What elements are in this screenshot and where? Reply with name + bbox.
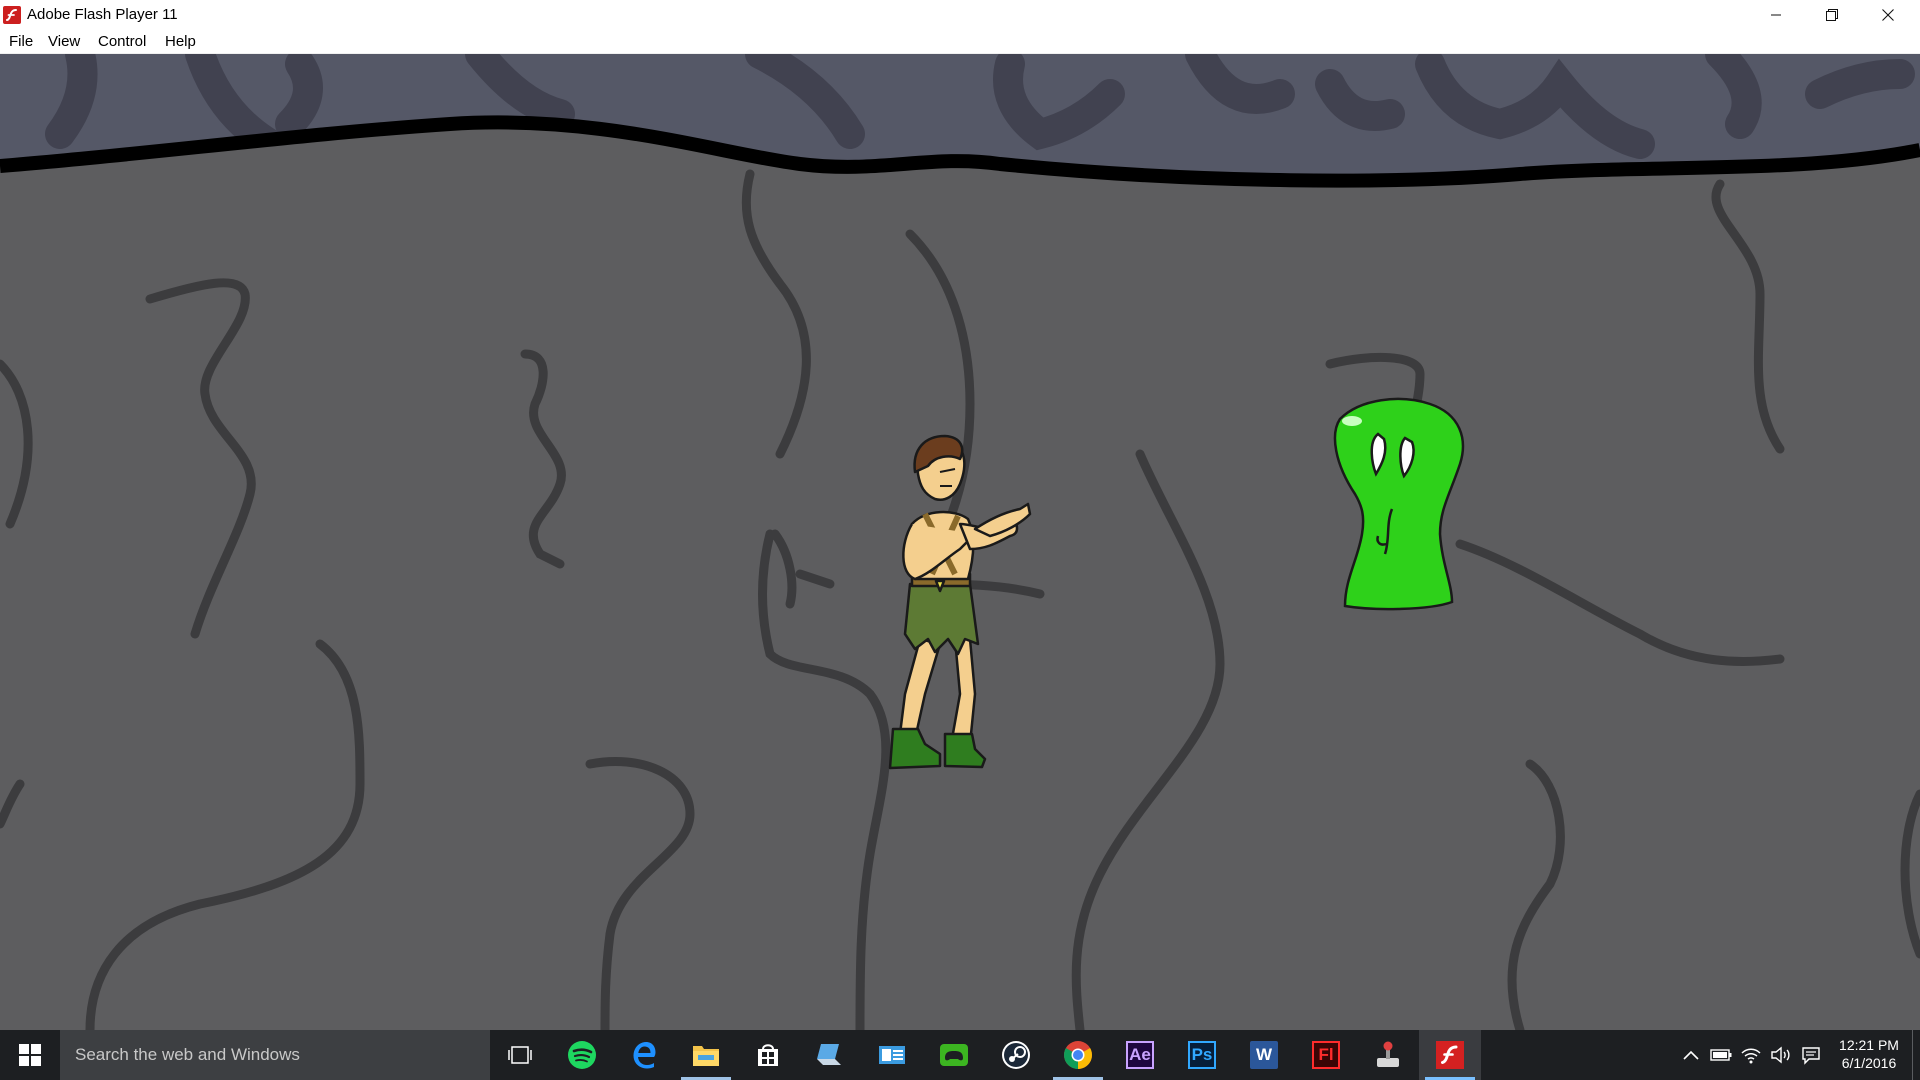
- flash-player-icon: [1436, 1041, 1464, 1069]
- restore-button[interactable]: [1804, 0, 1860, 30]
- battery-status[interactable]: [1710, 1044, 1732, 1066]
- clock-time: 12:21 PM: [1839, 1037, 1899, 1053]
- show-hidden-icons-button[interactable]: [1680, 1044, 1702, 1066]
- taskbar-flash-pro[interactable]: Fl: [1295, 1030, 1357, 1080]
- notification-icon: [1802, 1047, 1820, 1065]
- battery-icon: [1710, 1049, 1732, 1061]
- menu-help[interactable]: Help: [163, 32, 198, 51]
- volume-icon: [1771, 1046, 1790, 1064]
- volume-control[interactable]: [1770, 1044, 1792, 1066]
- game-stage[interactable]: [0, 54, 1920, 1030]
- search-input[interactable]: Search the web and Windows: [60, 1030, 490, 1080]
- taskbar-store[interactable]: [737, 1030, 799, 1080]
- wifi-icon: [1741, 1048, 1761, 1064]
- edge-icon: [633, 1042, 656, 1069]
- window-title: Adobe Flash Player 11: [27, 6, 178, 23]
- steam-icon: [1002, 1041, 1030, 1069]
- search-placeholder: Search the web and Windows: [75, 1045, 300, 1064]
- mail-icon: [879, 1046, 905, 1064]
- start-button[interactable]: [0, 1030, 60, 1080]
- network-status[interactable]: [1740, 1044, 1762, 1066]
- close-button[interactable]: [1860, 0, 1916, 30]
- photoshop-icon: Ps: [1188, 1041, 1216, 1069]
- gamepad-icon: [940, 1044, 968, 1066]
- taskbar-word[interactable]: W: [1233, 1030, 1295, 1080]
- menu-control[interactable]: Control: [96, 32, 148, 51]
- flash-player-icon: [3, 6, 21, 24]
- taskbar-network-app[interactable]: [799, 1030, 861, 1080]
- taskbar-game-booster[interactable]: [923, 1030, 985, 1080]
- chrome-icon: [1064, 1041, 1092, 1069]
- laptop-icon: [817, 1044, 841, 1065]
- windows-logo-icon: [19, 1044, 41, 1066]
- minimize-icon: [1771, 14, 1781, 16]
- minimize-button[interactable]: [1748, 0, 1804, 30]
- taskbar-chrome[interactable]: [1047, 1030, 1109, 1080]
- taskbar-spotify[interactable]: [551, 1030, 613, 1080]
- taskbar-mail-app[interactable]: [861, 1030, 923, 1080]
- taskbar-game-controller[interactable]: [1357, 1030, 1419, 1080]
- action-center-button[interactable]: [1800, 1044, 1822, 1066]
- close-icon: [1882, 9, 1894, 21]
- title-bar: Adobe Flash Player 11: [0, 0, 1920, 30]
- task-view-icon: [508, 1046, 532, 1064]
- taskbar-after-effects[interactable]: Ae: [1109, 1030, 1171, 1080]
- joystick-icon: [1377, 1041, 1399, 1067]
- clock-date: 6/1/2016: [1841, 1055, 1897, 1071]
- menu-bar: File View Control Help: [0, 30, 1920, 54]
- menu-view[interactable]: View: [46, 32, 82, 51]
- word-icon: W: [1250, 1041, 1278, 1069]
- after-effects-icon: Ae: [1126, 1041, 1154, 1069]
- flash-pro-icon: Fl: [1312, 1041, 1340, 1069]
- taskbar-steam[interactable]: [985, 1030, 1047, 1080]
- restore-icon: [1826, 9, 1838, 21]
- task-view-button[interactable]: [489, 1030, 551, 1080]
- taskbar-flash-player[interactable]: [1419, 1030, 1481, 1080]
- show-desktop-button[interactable]: [1912, 1030, 1920, 1080]
- taskbar: Search the web and Windows Ae Ps W Fl 12…: [0, 1030, 1920, 1080]
- chevron-up-icon: [1683, 1050, 1699, 1060]
- folder-icon: [693, 1046, 719, 1066]
- taskbar-photoshop[interactable]: Ps: [1171, 1030, 1233, 1080]
- menu-file[interactable]: File: [7, 32, 35, 51]
- taskbar-clock[interactable]: 12:21 PM 6/1/2016: [1828, 1036, 1910, 1072]
- game-scene: [0, 54, 1920, 1030]
- store-icon: [758, 1044, 778, 1066]
- taskbar-file-explorer[interactable]: [675, 1030, 737, 1080]
- taskbar-edge[interactable]: [613, 1030, 675, 1080]
- spotify-icon: [568, 1041, 596, 1069]
